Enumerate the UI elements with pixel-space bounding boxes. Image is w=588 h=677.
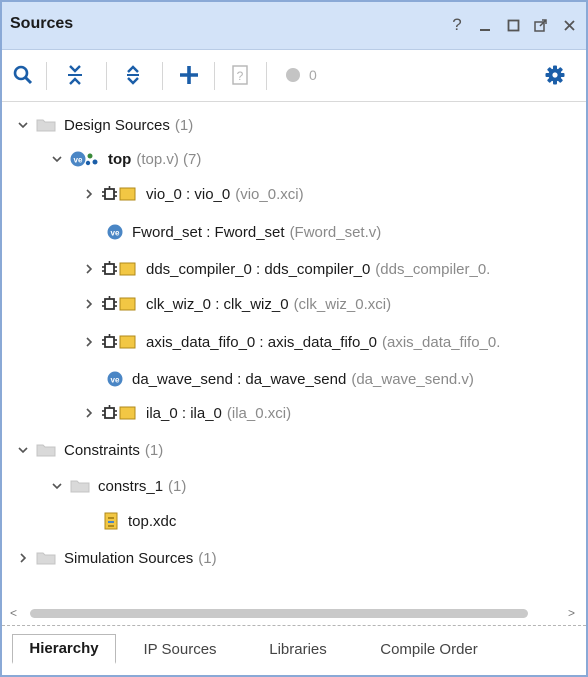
tree-node-clk-wiz-0[interactable]: clk_wiz_0 : clk_wiz_0 (clk_wiz_0.xci) [82, 288, 391, 320]
folder-icon [70, 479, 90, 493]
tree-node-file: (Fword_set.v) [289, 223, 382, 241]
ip-core-icon [102, 296, 138, 312]
help-button[interactable]: ? [450, 15, 464, 34]
chevron-right-icon[interactable] [82, 297, 96, 311]
tree-node-label: dds_compiler_0 : dds_compiler_0 [146, 260, 371, 278]
svg-text:ve: ve [74, 156, 83, 165]
folder-icon [36, 443, 56, 457]
close-button[interactable] [562, 16, 576, 34]
verilog-file-icon: ve [106, 223, 124, 241]
verilog-file-icon: ve [106, 370, 124, 388]
unknown-file-icon[interactable]: ? [227, 62, 253, 88]
tab-compile-order[interactable]: Compile Order [358, 634, 500, 664]
tree-node-label: vio_0 : vio_0 [146, 185, 231, 203]
tree-node-file: (ila_0.xci) [226, 404, 292, 422]
chevron-right-icon[interactable] [82, 406, 96, 420]
toolbar-separator [214, 62, 215, 90]
tree-node-design-sources[interactable]: Design Sources (1) [16, 109, 193, 141]
chevron-down-icon[interactable] [16, 118, 30, 132]
tree-node-dds-compiler-0[interactable]: dds_compiler_0 : dds_compiler_0 (dds_com… [82, 253, 490, 285]
tree-node-constraints[interactable]: Constraints (1) [16, 434, 163, 466]
chevron-right-icon[interactable] [82, 187, 96, 201]
tree-node-label: Design Sources [64, 116, 170, 134]
toolbar-separator [162, 62, 163, 90]
tree-node-file: (dds_compiler_0. [375, 260, 491, 278]
maximize-button[interactable] [506, 16, 520, 34]
tree-node-label: ila_0 : ila_0 [146, 404, 222, 422]
tree-node-label: Constraints [64, 441, 140, 459]
tree-node-constrs-1[interactable]: constrs_1 (1) [50, 470, 186, 502]
chevron-down-icon[interactable] [16, 443, 30, 457]
tree-node-top[interactable]: ve top (top.v) (7) [50, 143, 201, 175]
tree-node-axis-data-fifo-0[interactable]: axis_data_fifo_0 : axis_data_fifo_0 (axi… [82, 326, 500, 358]
toolbar-separator [46, 62, 47, 90]
tab-divider [2, 625, 586, 626]
sources-panel: Sources ? ? 0 Design Sources (1) ve top … [0, 0, 588, 677]
toolbar-separator [266, 62, 267, 90]
ip-core-icon [102, 334, 138, 350]
verilog-top-module-icon: ve [70, 150, 100, 168]
ip-core-icon [102, 261, 138, 277]
folder-icon [36, 118, 56, 132]
tree-node-label: constrs_1 [98, 477, 164, 495]
toolbar-separator [106, 62, 107, 90]
tree-node-file: (vio_0.xci) [235, 185, 304, 203]
tab-libraries[interactable]: Libraries [250, 634, 346, 664]
scroll-left-icon[interactable]: < [10, 606, 17, 620]
svg-text:ve: ve [111, 376, 120, 385]
tree-node-label: clk_wiz_0 : clk_wiz_0 [146, 295, 289, 313]
folder-icon [36, 551, 56, 565]
tree-node-label: top [108, 150, 132, 168]
tab-hierarchy[interactable]: Hierarchy [12, 634, 116, 664]
minimize-button[interactable] [478, 16, 492, 34]
window-controls: ? [450, 15, 576, 34]
tree-node-ila-0[interactable]: ila_0 : ila_0 (ila_0.xci) [82, 397, 291, 429]
chevron-right-icon[interactable] [82, 335, 96, 349]
status-count: 0 [309, 67, 317, 83]
tree-node-file: (axis_data_fifo_0. [382, 333, 501, 351]
tree-node-da-wave-send[interactable]: ve da_wave_send : da_wave_send (da_wave_… [106, 363, 474, 395]
add-sources-icon[interactable] [176, 62, 202, 88]
tab-ip-sources[interactable]: IP Sources [124, 634, 236, 664]
scrollbar-thumb[interactable] [30, 609, 528, 618]
tree-node-count: (1) [174, 116, 194, 134]
ip-core-icon [102, 405, 138, 421]
scroll-right-icon[interactable]: > [568, 606, 575, 620]
float-button[interactable] [534, 16, 548, 34]
tree-node-count: (1) [168, 477, 187, 495]
ip-core-icon [102, 186, 138, 202]
expand-all-icon[interactable] [120, 62, 146, 88]
collapse-all-icon[interactable] [62, 62, 88, 88]
gear-icon[interactable] [542, 62, 568, 88]
panel-titlebar: Sources ? [2, 2, 586, 50]
tree-node-file: (da_wave_send.v) [351, 370, 474, 388]
tree-node-fword-set[interactable]: ve Fword_set : Fword_set (Fword_set.v) [106, 216, 381, 248]
chevron-right-icon[interactable] [16, 551, 30, 565]
horizontal-scrollbar[interactable]: < > [2, 605, 586, 623]
tree-node-label: axis_data_fifo_0 : axis_data_fifo_0 [146, 333, 377, 351]
sources-tree: Design Sources (1) ve top (top.v) (7) vi… [2, 102, 586, 602]
tree-node-top-xdc[interactable]: top.xdc [102, 505, 176, 537]
tree-node-label: top.xdc [128, 512, 177, 530]
tree-node-count: (1) [198, 549, 217, 567]
tree-node-label: da_wave_send : da_wave_send [132, 370, 347, 388]
svg-text:?: ? [237, 69, 244, 83]
chevron-down-icon[interactable] [50, 479, 64, 493]
search-icon[interactable] [10, 62, 36, 88]
xdc-file-icon [102, 512, 120, 530]
tree-node-simulation-sources[interactable]: Simulation Sources (1) [16, 542, 217, 574]
status-dot-icon [280, 62, 306, 88]
svg-text:ve: ve [111, 229, 120, 238]
chevron-down-icon[interactable] [50, 152, 64, 166]
sources-toolbar: ? 0 [2, 50, 586, 102]
tree-node-label: Fword_set : Fword_set [132, 223, 285, 241]
tree-node-file: (clk_wiz_0.xci) [293, 295, 392, 313]
tree-node-vio-0[interactable]: vio_0 : vio_0 (vio_0.xci) [82, 178, 304, 210]
chevron-right-icon[interactable] [82, 262, 96, 276]
tree-node-file: (top.v) (7) [136, 150, 202, 168]
tree-node-count: (1) [144, 441, 164, 459]
bottom-tabs: Hierarchy IP Sources Libraries Compile O… [2, 630, 586, 675]
panel-title: Sources [10, 15, 74, 32]
tree-node-label: Simulation Sources [64, 549, 194, 567]
